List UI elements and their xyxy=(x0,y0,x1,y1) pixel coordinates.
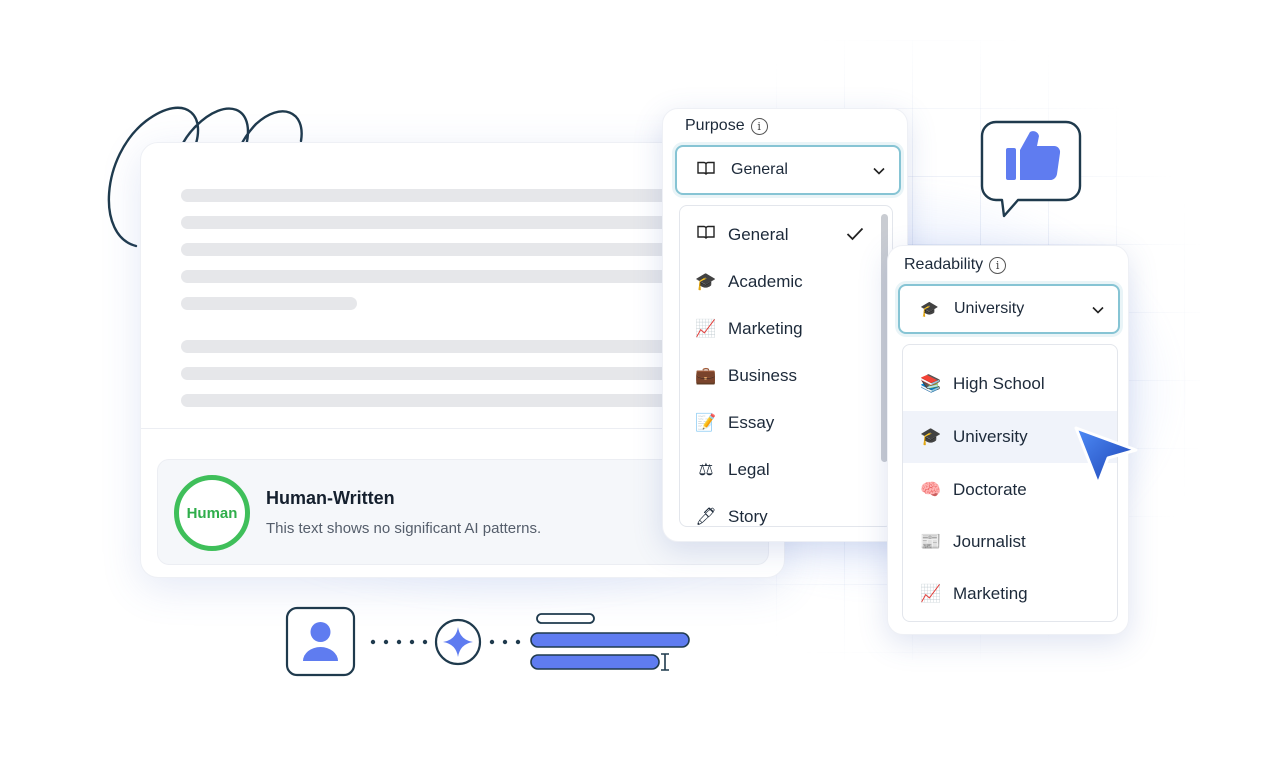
option-label: University xyxy=(953,427,1028,446)
purpose-option-story[interactable]: 🖊 Story xyxy=(680,502,892,526)
text-placeholder-line xyxy=(181,270,721,283)
option-label: Doctorate xyxy=(953,480,1027,499)
scales-icon: ⚖ xyxy=(698,460,714,479)
book-icon xyxy=(694,225,718,245)
purpose-option-academic[interactable]: 🎓 Academic xyxy=(680,267,892,297)
purpose-option-business[interactable]: 💼 Business xyxy=(680,361,892,391)
purpose-options-list: General 🎓 Academic 📈 Marketing 💼 Busines… xyxy=(679,205,893,527)
purpose-option-marketing[interactable]: 📈 Marketing xyxy=(680,314,892,344)
text-lines-icon xyxy=(530,613,690,671)
readability-selected-value: University xyxy=(954,300,1025,317)
text-placeholder-line xyxy=(181,297,357,310)
option-label: Academic xyxy=(728,272,803,291)
graduation-cap-icon: 🎓 xyxy=(695,272,717,291)
option-label: Marketing xyxy=(728,319,803,338)
info-icon[interactable]: i xyxy=(750,117,768,135)
pointer-cursor-icon xyxy=(1074,426,1138,486)
text-placeholder-line xyxy=(181,216,721,229)
pen-icon: 🖊 xyxy=(695,507,717,526)
books-icon: 📚 xyxy=(920,374,942,393)
verdict-description: This text shows no significant AI patter… xyxy=(266,520,542,537)
readability-select[interactable]: 🎓 University xyxy=(898,284,1120,334)
info-icon[interactable]: i xyxy=(989,256,1007,274)
purpose-selected-value: General xyxy=(731,161,788,178)
graduation-cap-icon: 🎓 xyxy=(920,301,939,318)
text-placeholder-line xyxy=(181,367,721,380)
checkmark-icon xyxy=(846,225,864,246)
verdict-title: Human-Written xyxy=(266,488,395,508)
readability-label: Readability xyxy=(904,256,984,273)
memo-icon: 📝 xyxy=(695,413,717,432)
option-label: Journalist xyxy=(953,532,1026,551)
option-label: Marketing xyxy=(953,584,1028,603)
chevron-down-icon xyxy=(873,162,885,178)
purpose-label-row: Purpose i xyxy=(685,117,768,135)
purpose-select[interactable]: General xyxy=(675,145,901,195)
briefcase-icon: 💼 xyxy=(695,366,717,385)
readability-option-journalist[interactable]: 📰 Journalist xyxy=(903,525,1117,559)
readability-option-marketing[interactable]: 📈 Marketing xyxy=(903,577,1117,611)
readability-label-row: Readability i xyxy=(904,256,1007,274)
text-placeholder-line xyxy=(181,340,721,353)
purpose-panel: Purpose i General General � xyxy=(662,108,908,542)
text-placeholder-line xyxy=(181,189,721,202)
book-icon xyxy=(697,161,719,180)
human-badge: Human xyxy=(174,475,250,551)
text-placeholder-line xyxy=(181,243,721,256)
newspaper-icon: 📰 xyxy=(920,532,942,551)
option-label: Essay xyxy=(728,413,775,432)
brain-icon: 🧠 xyxy=(920,480,942,499)
option-label: High School xyxy=(953,374,1045,393)
text-placeholder-line xyxy=(181,394,721,407)
purpose-option-general[interactable]: General xyxy=(680,220,892,250)
user-icon xyxy=(285,606,356,677)
graduation-cap-icon: 🎓 xyxy=(920,427,942,446)
purpose-option-essay[interactable]: 📝 Essay xyxy=(680,408,892,438)
pipeline-illustration xyxy=(285,606,690,677)
chevron-down-icon xyxy=(1092,301,1104,317)
purpose-option-legal[interactable]: ⚖ Legal xyxy=(680,455,892,485)
thumbs-up-bubble-icon xyxy=(980,120,1082,218)
sparkle-icon xyxy=(434,618,482,666)
readability-option-high-school[interactable]: 📚 High School xyxy=(903,367,1117,401)
purpose-label: Purpose xyxy=(685,117,745,134)
option-label: General xyxy=(728,225,789,244)
option-label: Legal xyxy=(728,460,770,479)
chart-icon: 📈 xyxy=(695,319,717,338)
option-label: Business xyxy=(728,366,797,385)
option-label: Story xyxy=(728,507,768,526)
chart-icon: 📈 xyxy=(920,584,942,603)
stage: Human Human-Written This text shows no s… xyxy=(0,0,1270,760)
